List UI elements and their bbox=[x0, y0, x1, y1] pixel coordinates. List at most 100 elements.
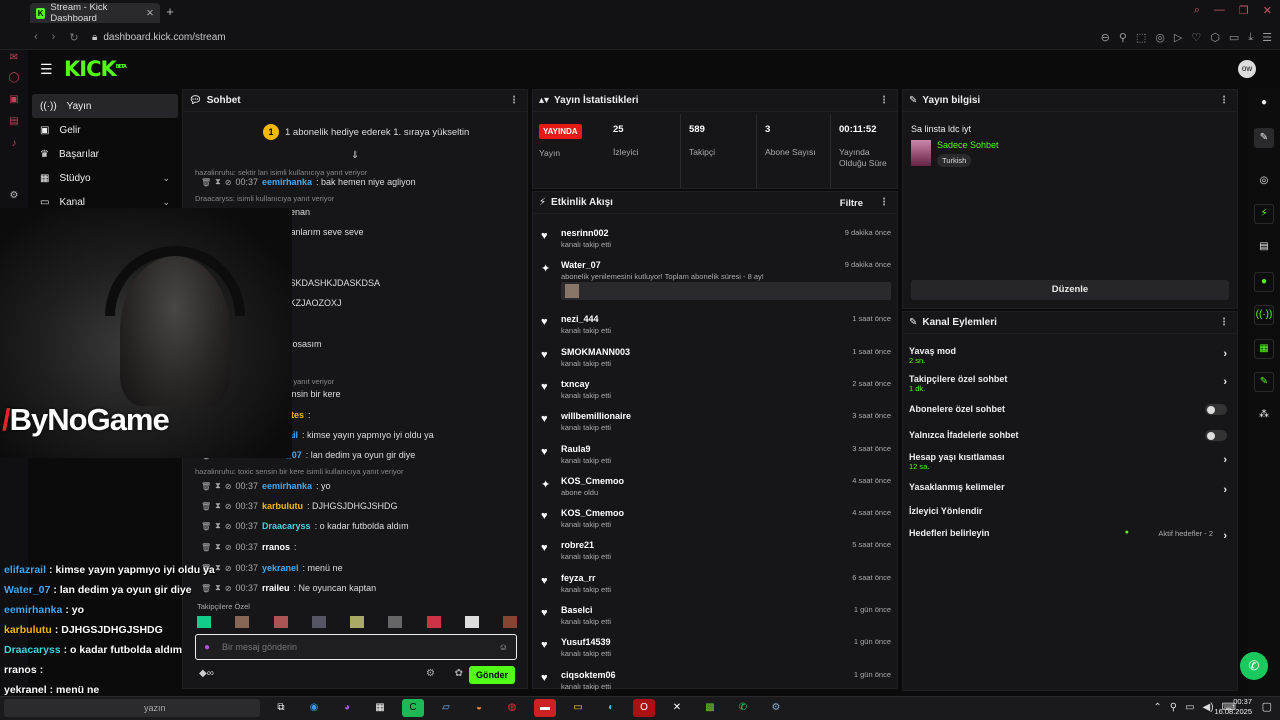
more-options-icon[interactable]: ⋮ bbox=[879, 95, 889, 106]
blender-icon[interactable]: ◒ bbox=[468, 699, 490, 717]
copy-icon[interactable]: ▤ bbox=[1254, 238, 1274, 258]
ban-icon[interactable]: ⊘ bbox=[225, 178, 232, 187]
nav-item-gelir[interactable]: ▣ Gelir bbox=[32, 118, 178, 142]
channel-action-item[interactable]: Yalnızca İfadelerle sohbet bbox=[909, 430, 1231, 441]
message-username[interactable]: yekranel bbox=[262, 563, 299, 573]
heart-icon[interactable]: ♡ bbox=[1191, 31, 1201, 44]
channel-action-item[interactable]: Takipçilere özel sohbet 1 dk. › bbox=[909, 374, 1231, 393]
chat-message[interactable]: 🗑︎ ⧗ ⊘ 00:37 karbulutu: DJHGSJDHGJSHDG bbox=[201, 501, 398, 511]
task-view-icon[interactable]: ⧉ bbox=[270, 699, 292, 717]
delete-icon[interactable]: 🗑︎ bbox=[201, 482, 211, 491]
notifications-icon[interactable]: ▢ bbox=[1262, 700, 1272, 713]
chat-message[interactable]: 🗑︎ ⧗ ⊘ 00:37 eemirhanka: bak hemen niye agli… bbox=[201, 177, 416, 187]
download-icon[interactable]: ⤓ bbox=[1248, 31, 1253, 44]
chat-input[interactable]: ● Bir mesaj gönderin ☺ bbox=[195, 634, 517, 660]
screenshot-icon[interactable]: ⬚ bbox=[1136, 31, 1146, 44]
file-icon[interactable]: ▱ bbox=[435, 699, 457, 717]
filter-button[interactable]: Filtre bbox=[840, 198, 863, 209]
gift-icon[interactable]: ✿ bbox=[455, 668, 463, 679]
new-tab-icon[interactable]: + bbox=[162, 4, 178, 20]
maximize-icon[interactable]: ❐ bbox=[1239, 4, 1249, 17]
category-name[interactable]: Sadece Sohbet bbox=[937, 140, 999, 150]
app-icon[interactable]: C bbox=[402, 699, 424, 717]
message-username[interactable]: rranos bbox=[262, 542, 290, 552]
delete-icon[interactable]: 🗑︎ bbox=[201, 543, 211, 552]
emote[interactable] bbox=[426, 616, 441, 628]
network-icon[interactable]: ▭ bbox=[1185, 699, 1194, 717]
browser-tab[interactable]: K Stream - Kick Dashboard ✕ bbox=[30, 2, 160, 24]
delete-icon[interactable]: 🗑︎ bbox=[201, 502, 211, 511]
event-username[interactable]: willbemillionaire bbox=[561, 411, 631, 421]
user-avatar[interactable]: ow bbox=[1238, 60, 1256, 78]
minecraft-icon[interactable]: ▩ bbox=[699, 699, 721, 717]
x-icon[interactable]: ✕ bbox=[666, 699, 688, 717]
settings-icon[interactable]: ⚙ bbox=[765, 699, 787, 717]
delete-icon[interactable]: 🗑︎ bbox=[201, 522, 211, 531]
mic-icon[interactable]: ⚲ bbox=[1170, 699, 1177, 717]
channel-action-item[interactable]: Abonelere özel sohbet bbox=[909, 404, 1231, 415]
broadcast-icon[interactable]: ((·)) bbox=[1254, 305, 1274, 325]
ban-icon[interactable]: ⊘ bbox=[225, 502, 232, 511]
send-button[interactable]: Gönder bbox=[469, 666, 515, 684]
timeout-icon[interactable]: ⧗ bbox=[215, 542, 221, 552]
event-username[interactable]: KOS_Cmemoo bbox=[561, 476, 624, 486]
event-username[interactable]: Raula9 bbox=[561, 444, 591, 454]
music-icon[interactable]: ♪ bbox=[7, 138, 21, 152]
more-options-icon[interactable]: ⋮ bbox=[1219, 317, 1229, 328]
emote[interactable] bbox=[388, 616, 403, 628]
timeout-icon[interactable]: ⧗ bbox=[215, 481, 221, 491]
play-icon[interactable]: ▷ bbox=[1174, 31, 1182, 44]
whatsapp-button[interactable]: ✆ bbox=[1240, 652, 1268, 680]
more-options-icon[interactable]: ⋮ bbox=[1219, 95, 1229, 106]
volume-icon[interactable]: ◀) bbox=[1203, 699, 1214, 717]
channel-action-item[interactable]: Yasaklanmış kelimeler › bbox=[909, 482, 1231, 496]
toggle-switch[interactable] bbox=[1205, 404, 1227, 415]
ban-icon[interactable]: ⊘ bbox=[225, 543, 232, 552]
games-icon[interactable]: ▤ bbox=[7, 116, 21, 130]
settings-icon[interactable]: ⚙ bbox=[426, 668, 435, 679]
delete-icon[interactable]: 🗑︎ bbox=[201, 178, 211, 187]
scroll-to-bottom-icon[interactable]: ⇓ bbox=[351, 150, 359, 161]
taskbar-search[interactable]: yazın bbox=[4, 699, 260, 717]
channel-action-item[interactable]: İzleyici Yönlendir bbox=[909, 506, 1231, 516]
extensions-icon[interactable]: ⬡ bbox=[1210, 31, 1220, 44]
opera-icon[interactable]: O bbox=[633, 699, 655, 717]
ban-icon[interactable]: ⊘ bbox=[225, 482, 232, 491]
url-field[interactable]: 🔒︎ dashboard.kick.com/stream bbox=[92, 32, 226, 43]
message-username[interactable]: eemirhanka bbox=[262, 481, 312, 491]
reload-icon[interactable]: ↻ bbox=[69, 31, 78, 44]
obs-icon[interactable]: ◍ bbox=[501, 699, 523, 717]
edit-icon[interactable]: ✎ bbox=[1254, 128, 1274, 148]
emoji-icon[interactable]: ☺ bbox=[499, 642, 508, 652]
wrench-icon[interactable]: ✎ bbox=[1254, 372, 1274, 392]
bolt-icon[interactable]: ⚡︎ bbox=[1254, 204, 1274, 224]
timeout-icon[interactable]: ⧗ bbox=[215, 177, 221, 187]
menu-icon[interactable]: ☰ bbox=[1262, 31, 1272, 44]
chat-icon[interactable]: ● bbox=[1254, 272, 1274, 292]
event-username[interactable]: feyza_rr bbox=[561, 573, 596, 583]
close-tab-icon[interactable]: ✕ bbox=[146, 8, 154, 19]
emote[interactable] bbox=[273, 616, 288, 628]
zoom-icon[interactable]: ⊖ bbox=[1101, 31, 1110, 44]
messenger-icon[interactable]: ✉ bbox=[7, 52, 21, 66]
message-username[interactable]: eemirhanka bbox=[262, 177, 312, 187]
nav-item-yayin[interactable]: ((·)) Yayın bbox=[32, 94, 178, 118]
folder-icon[interactable]: ▭ bbox=[567, 699, 589, 717]
more-options-icon[interactable]: ⋮ bbox=[509, 95, 519, 106]
channel-action-item[interactable]: Hedefleri belirleyin › ● Aktif hedefler - … bbox=[909, 528, 1231, 542]
kick-logo[interactable]: KICKBETA bbox=[64, 57, 127, 81]
back-icon[interactable]: ‹ bbox=[34, 31, 38, 44]
target-icon[interactable]: ◎ bbox=[1254, 172, 1274, 192]
news-icon[interactable]: ▬ bbox=[534, 699, 556, 717]
message-username[interactable]: karbulutu bbox=[262, 501, 303, 511]
event-username[interactable]: ciqsoktem06 bbox=[561, 670, 616, 680]
close-window-icon[interactable]: ✕ bbox=[1263, 4, 1272, 17]
more-options-icon[interactable]: ⋮ bbox=[879, 197, 889, 208]
event-username[interactable]: Yusuf14539 bbox=[561, 637, 611, 647]
event-username[interactable]: robre21 bbox=[561, 540, 594, 550]
nav-item-basarilar[interactable]: ♛ Başarılar bbox=[32, 142, 178, 166]
event-username[interactable]: Baselci bbox=[561, 605, 593, 615]
grid-icon[interactable]: ▦ bbox=[369, 699, 391, 717]
hamburger-menu-icon[interactable]: ☰ bbox=[40, 61, 53, 78]
chat-message[interactable]: 🗑︎ ⧗ ⊘ 00:37 Draacaryss: o kadar futbolda al… bbox=[201, 521, 409, 531]
